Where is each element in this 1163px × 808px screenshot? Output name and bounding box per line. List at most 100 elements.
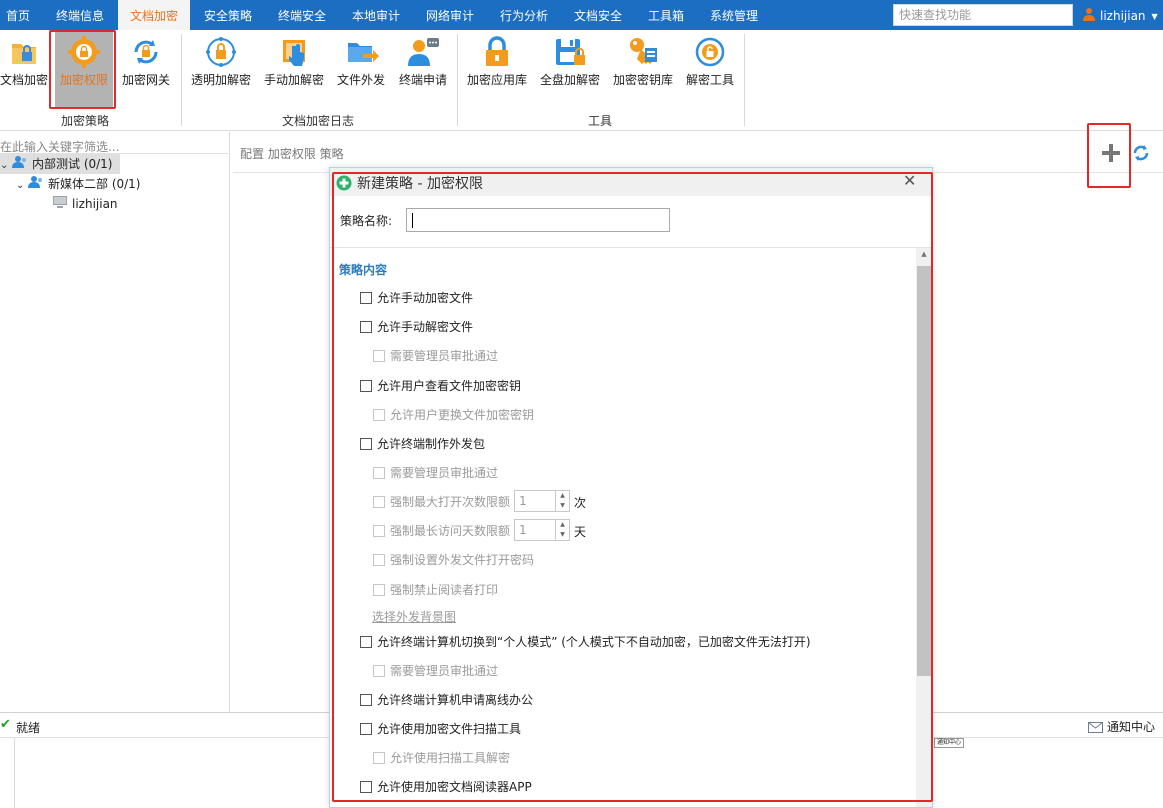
- menu-security-policy[interactable]: 安全策略: [192, 0, 264, 30]
- checkbox[interactable]: [360, 380, 372, 392]
- notification-center-label: 通知中心: [1107, 720, 1156, 734]
- spin-down-icon[interactable]: ▼: [555, 501, 569, 511]
- menu-terminal-security[interactable]: 终端安全: [266, 0, 338, 30]
- opt-decrypt-need-approval[interactable]: 需要管理员审批通过: [373, 348, 498, 364]
- chevron-down-icon[interactable]: ⌄: [0, 156, 12, 176]
- new-policy-dialog: 新建策略 - 加密权限 ✕ 策略名称: 策略内容 允许手动加密文件 允许手动解密…: [329, 167, 933, 808]
- option-label: 允许使用加密文件扫描工具: [377, 722, 522, 736]
- menu-network-audit[interactable]: 网络审计: [414, 0, 486, 30]
- opt-allow-view-key[interactable]: 允许用户查看文件加密密钥: [360, 378, 521, 394]
- checkbox[interactable]: [373, 350, 385, 362]
- max-access-days-stepper[interactable]: 1 ▲ ▼: [514, 519, 570, 541]
- menu-local-audit[interactable]: 本地审计: [340, 0, 412, 30]
- chevron-down-icon[interactable]: ⌄: [16, 176, 28, 196]
- menu-behavior-analysis[interactable]: 行为分析: [488, 0, 560, 30]
- quick-search-input[interactable]: 快速查找功能: [893, 4, 1073, 26]
- encrypt-key-library-button[interactable]: 加密密钥库: [609, 32, 677, 108]
- full-disk-encrypt-label: 全盘加解密: [539, 73, 600, 87]
- username: lizhijian: [1100, 9, 1146, 23]
- encrypt-gateway-button[interactable]: 加密网关: [119, 32, 173, 108]
- tree-node-label: lizhijian: [72, 197, 118, 211]
- breadcrumb: 配置 加密权限 策略: [240, 147, 344, 161]
- encrypt-permission-button[interactable]: 加密权限: [55, 32, 113, 108]
- checkbox[interactable]: [360, 292, 372, 304]
- ribbon-separator: [457, 34, 458, 126]
- lock-icon: [479, 34, 515, 70]
- checkbox[interactable]: [373, 584, 385, 596]
- menu-home[interactable]: 首页: [0, 0, 36, 30]
- tree-node-group[interactable]: ⌄ 内部测试 (0/1): [0, 154, 120, 174]
- opt-allow-scan-tool[interactable]: 允许使用加密文件扫描工具: [360, 721, 521, 737]
- tree-node-computer[interactable]: lizhijian: [52, 194, 172, 214]
- spin-down-icon[interactable]: ▼: [555, 530, 569, 540]
- terminal-request-button[interactable]: 终端申请: [394, 32, 452, 108]
- checkbox[interactable]: [360, 438, 372, 450]
- encrypt-app-library-button[interactable]: 加密应用库: [463, 32, 531, 108]
- checkbox[interactable]: [373, 467, 385, 479]
- mail-icon: [1088, 722, 1103, 736]
- full-disk-encrypt-button[interactable]: 全盘加解密: [537, 32, 603, 108]
- opt-allow-manual-encrypt[interactable]: 允许手动加密文件: [360, 290, 473, 306]
- key-icon: [625, 34, 661, 70]
- dialog-scrollbar[interactable]: ▲: [916, 248, 932, 807]
- spin-up-icon[interactable]: ▲: [555, 491, 569, 501]
- opt-max-open-count[interactable]: 强制最大打开次数限额: [373, 494, 510, 510]
- hand-touch-icon: [276, 34, 312, 70]
- notification-center-button[interactable]: 通知中心: [1088, 718, 1155, 736]
- tree-node-subgroup[interactable]: ⌄ 新媒体二部 (0/1): [16, 174, 166, 194]
- menu-doc-encryption[interactable]: 文档加密: [118, 0, 190, 31]
- user-menu[interactable]: lizhijian ▼: [1082, 0, 1158, 30]
- opt-allow-change-key[interactable]: 允许用户更换文件加密密钥: [373, 407, 534, 423]
- tree-filter-input[interactable]: 在此输入关键字筛选...: [0, 138, 228, 154]
- opt-allow-manual-decrypt[interactable]: 允许手动解密文件: [360, 319, 473, 335]
- text-caret: [412, 213, 413, 228]
- target-lock-icon: [203, 34, 239, 70]
- check-icon: ✔: [0, 717, 11, 732]
- opt-allow-outgoing-package[interactable]: 允许终端制作外发包: [360, 436, 485, 452]
- opt-max-access-days[interactable]: 强制最长访问天数限额: [373, 523, 510, 539]
- file-outgoing-button[interactable]: 文件外发: [334, 32, 388, 108]
- checkbox[interactable]: [373, 409, 385, 421]
- opt-allow-personal-mode[interactable]: 允许终端计算机切换到“个人模式” (个人模式下不自动加密，已加密文件无法打开): [360, 634, 811, 650]
- file-outgoing-label: 文件外发: [336, 73, 385, 87]
- doc-encrypt-button[interactable]: 文档加密: [0, 32, 48, 108]
- checkbox[interactable]: [373, 525, 385, 537]
- checkbox[interactable]: [373, 752, 385, 764]
- scroll-up-icon[interactable]: ▲: [916, 250, 932, 262]
- close-icon[interactable]: ✕: [903, 171, 916, 190]
- menu-terminal-info[interactable]: 终端信息: [44, 0, 116, 30]
- scrollbar-thumb[interactable]: [917, 266, 931, 676]
- add-button[interactable]: [1100, 142, 1122, 164]
- policy-name-input[interactable]: [406, 208, 670, 232]
- notification-mini-tab[interactable]: 通知中心: [934, 738, 964, 748]
- menu-system-admin[interactable]: 系统管理: [698, 0, 770, 30]
- manual-encrypt-button[interactable]: 手动加解密: [262, 32, 326, 108]
- checkbox[interactable]: [373, 665, 385, 677]
- decrypt-tool-button[interactable]: 解密工具: [683, 32, 737, 108]
- select-background-link[interactable]: 选择外发背景图: [372, 608, 456, 625]
- dialog-titlebar: 新建策略 - 加密权限 ✕: [330, 168, 932, 196]
- opt-allow-reader-app[interactable]: 允许使用加密文档阅读器APP: [360, 779, 532, 795]
- opt-force-no-print[interactable]: 强制禁止阅读者打印: [373, 582, 498, 598]
- status-text: 就绪: [16, 721, 41, 735]
- checkbox[interactable]: [360, 636, 372, 648]
- menu-toolbox[interactable]: 工具箱: [636, 0, 696, 30]
- checkbox[interactable]: [373, 554, 385, 566]
- decrypt-tool-label: 解密工具: [685, 73, 734, 87]
- checkbox[interactable]: [360, 781, 372, 793]
- refresh-button[interactable]: [1132, 144, 1150, 162]
- spin-up-icon[interactable]: ▲: [555, 520, 569, 530]
- opt-personal-need-approval[interactable]: 需要管理员审批通过: [373, 663, 498, 679]
- checkbox[interactable]: [360, 723, 372, 735]
- checkbox[interactable]: [373, 496, 385, 508]
- opt-force-open-password[interactable]: 强制设置外发文件打开密码: [373, 552, 534, 568]
- opt-scan-tool-decrypt[interactable]: 允许使用扫描工具解密: [373, 750, 510, 766]
- max-open-count-stepper[interactable]: 1 ▲ ▼: [514, 490, 570, 512]
- group-label-encrypt-policy: 加密策略: [60, 114, 109, 128]
- transparent-encrypt-button[interactable]: 透明加解密: [188, 32, 254, 108]
- checkbox[interactable]: [360, 321, 372, 333]
- checkbox[interactable]: [360, 694, 372, 706]
- menu-doc-security[interactable]: 文档安全: [562, 0, 634, 30]
- opt-allow-offline-work[interactable]: 允许终端计算机申请离线办公: [360, 692, 533, 708]
- opt-outgoing-need-approval[interactable]: 需要管理员审批通过: [373, 465, 498, 481]
